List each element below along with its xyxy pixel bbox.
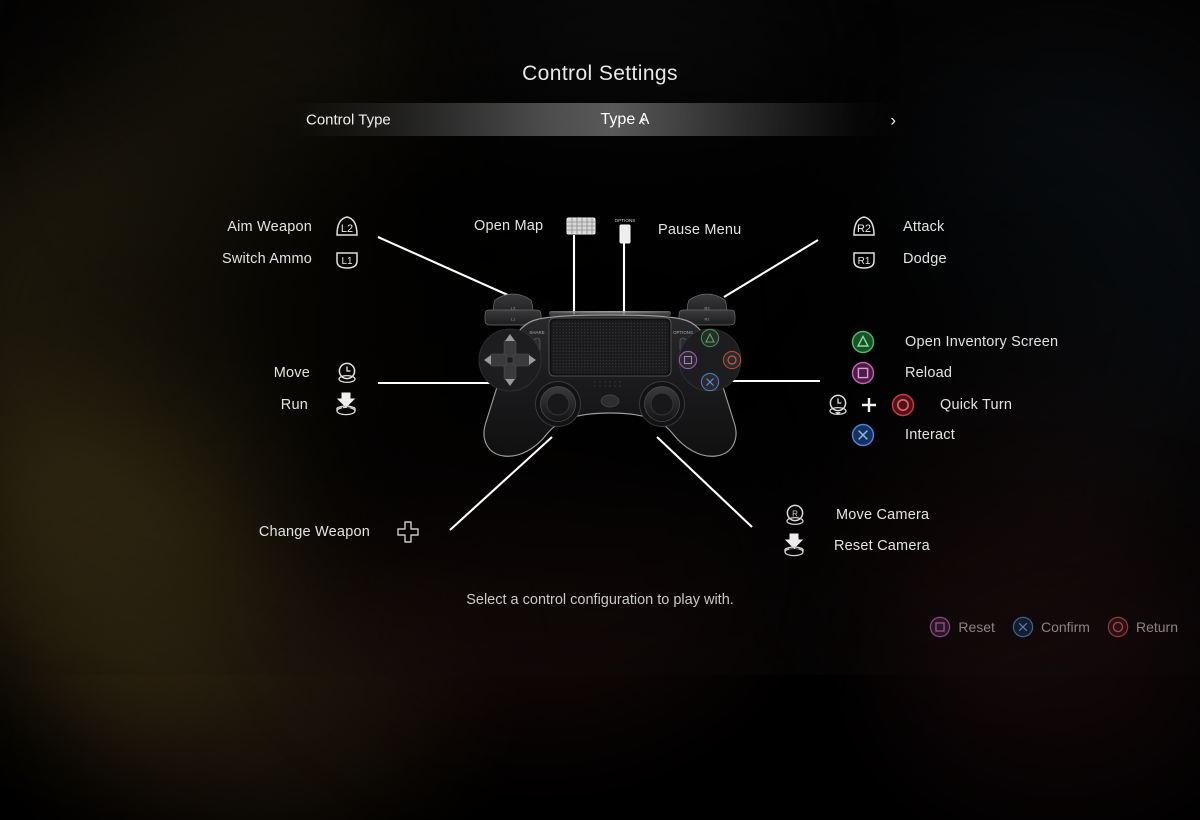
cross-button-icon — [1012, 616, 1034, 638]
dualshock-4-controller: L2 R2 L1 R1 SHARE OPTIONS — [478, 293, 742, 457]
svg-text:R1: R1 — [858, 256, 871, 267]
square-button — [678, 350, 698, 370]
options-button-caption: OPTIONS — [615, 218, 636, 223]
mapping-open-inventory: Open Inventory Screen — [851, 330, 1058, 354]
r1-bumper-icon: R1 — [851, 247, 877, 271]
mapping-reset-camera: R3 Reset Camera — [780, 533, 930, 559]
mapping-label: Quick Turn — [940, 397, 1013, 413]
circle-button — [722, 350, 742, 370]
mapping-label: Move Camera — [836, 507, 930, 523]
page-title: Control Settings — [522, 62, 678, 85]
mapping-attack: R2 Attack — [851, 215, 945, 239]
left-analog-stick — [535, 381, 581, 427]
legend-item-reset[interactable]: Reset — [929, 616, 995, 638]
mapping-reload: Reload — [851, 361, 952, 385]
mapping-label: Open Inventory Screen — [905, 334, 1059, 350]
triangle-button-icon — [851, 330, 875, 354]
mapping-label: Aim Weapon — [227, 219, 312, 235]
svg-text:L1: L1 — [511, 317, 516, 322]
l2-trigger-icon: L2 — [334, 215, 360, 239]
left-stick-icon — [334, 360, 360, 386]
mapping-label: Pause Menu — [658, 222, 742, 238]
mapping-label: Attack — [903, 219, 945, 235]
square-button-icon — [851, 361, 875, 385]
mapping-move: Move — [200, 360, 360, 386]
helper-text: Select a control configuration to play w… — [466, 592, 734, 608]
triangle-button — [700, 328, 720, 348]
mapping-label: Interact — [905, 427, 955, 443]
svg-text:R1: R1 — [704, 317, 710, 322]
left-stick-icon — [825, 392, 851, 418]
mapping-aim-weapon: Aim Weapon L2 — [180, 215, 360, 239]
mapping-pause-menu: OPTIONS Pause Menu — [612, 216, 741, 244]
mapping-label: Dodge — [903, 251, 947, 267]
r2-trigger-icon: R2 — [851, 215, 877, 239]
touchpad-icon — [566, 216, 596, 236]
footer-legend: Reset Confirm Return — [929, 616, 1178, 638]
mapping-label: Move — [273, 365, 310, 381]
mapping-move-camera: R Move Camera — [782, 502, 929, 528]
svg-text:L3: L3 — [342, 406, 351, 415]
l1-bumper-icon: L1 — [334, 247, 360, 271]
ps-button — [600, 394, 620, 408]
mapping-switch-ammo: Switch Ammo L1 — [180, 247, 360, 271]
circle-button-icon — [1107, 616, 1129, 638]
options-button-icon: OPTIONS — [612, 216, 638, 244]
mapping-quick-turn: Quick Turn — [825, 392, 1012, 418]
legend-label: Reset — [958, 619, 995, 635]
mapping-interact: Interact — [851, 423, 955, 447]
mapping-label: Run — [280, 397, 308, 413]
dpad-icon — [396, 520, 420, 544]
mapping-label: Switch Ammo — [221, 251, 312, 267]
mapping-label: Reset Camera — [834, 538, 930, 554]
legend-item-return[interactable]: Return — [1107, 616, 1178, 638]
mapping-open-map: Open Map — [474, 216, 596, 236]
svg-text:L2: L2 — [341, 223, 353, 235]
mapping-run: Run L3 — [200, 392, 360, 418]
plus-icon — [859, 395, 879, 415]
legend-label: Return — [1135, 619, 1178, 635]
svg-text:R2: R2 — [857, 223, 871, 235]
left-stick-press-icon: L3 — [332, 392, 360, 418]
square-button-icon — [929, 616, 951, 638]
right-stick-press-icon: R3 — [780, 533, 808, 559]
right-stick-icon: R — [782, 502, 808, 528]
next-control-type-button[interactable]: › — [890, 111, 896, 128]
mapping-dodge: R1 Dodge — [851, 247, 947, 271]
mapping-label: Reload — [905, 365, 953, 381]
svg-text:OPTIONS: OPTIONS — [673, 330, 693, 335]
mapping-change-weapon: Change Weapon — [230, 520, 420, 544]
svg-text:R3: R3 — [789, 547, 800, 556]
legend-item-confirm[interactable]: Confirm — [1012, 616, 1090, 638]
legend-label: Confirm — [1040, 619, 1090, 635]
dpad — [478, 328, 542, 392]
right-analog-stick — [639, 381, 685, 427]
face-buttons — [678, 328, 742, 392]
svg-text:R: R — [792, 509, 798, 518]
svg-text:SHARE: SHARE — [529, 330, 544, 335]
touchpad — [548, 317, 672, 377]
control-type-value: Type A — [600, 110, 650, 128]
svg-text:L1: L1 — [341, 256, 353, 267]
circle-button-icon — [891, 393, 915, 417]
mapping-label: Change Weapon — [258, 524, 370, 540]
cross-button-icon — [851, 423, 875, 447]
mapping-label: Open Map — [474, 218, 544, 234]
control-type-selector[interactable]: Control Type ‹ Type A › — [292, 103, 908, 136]
